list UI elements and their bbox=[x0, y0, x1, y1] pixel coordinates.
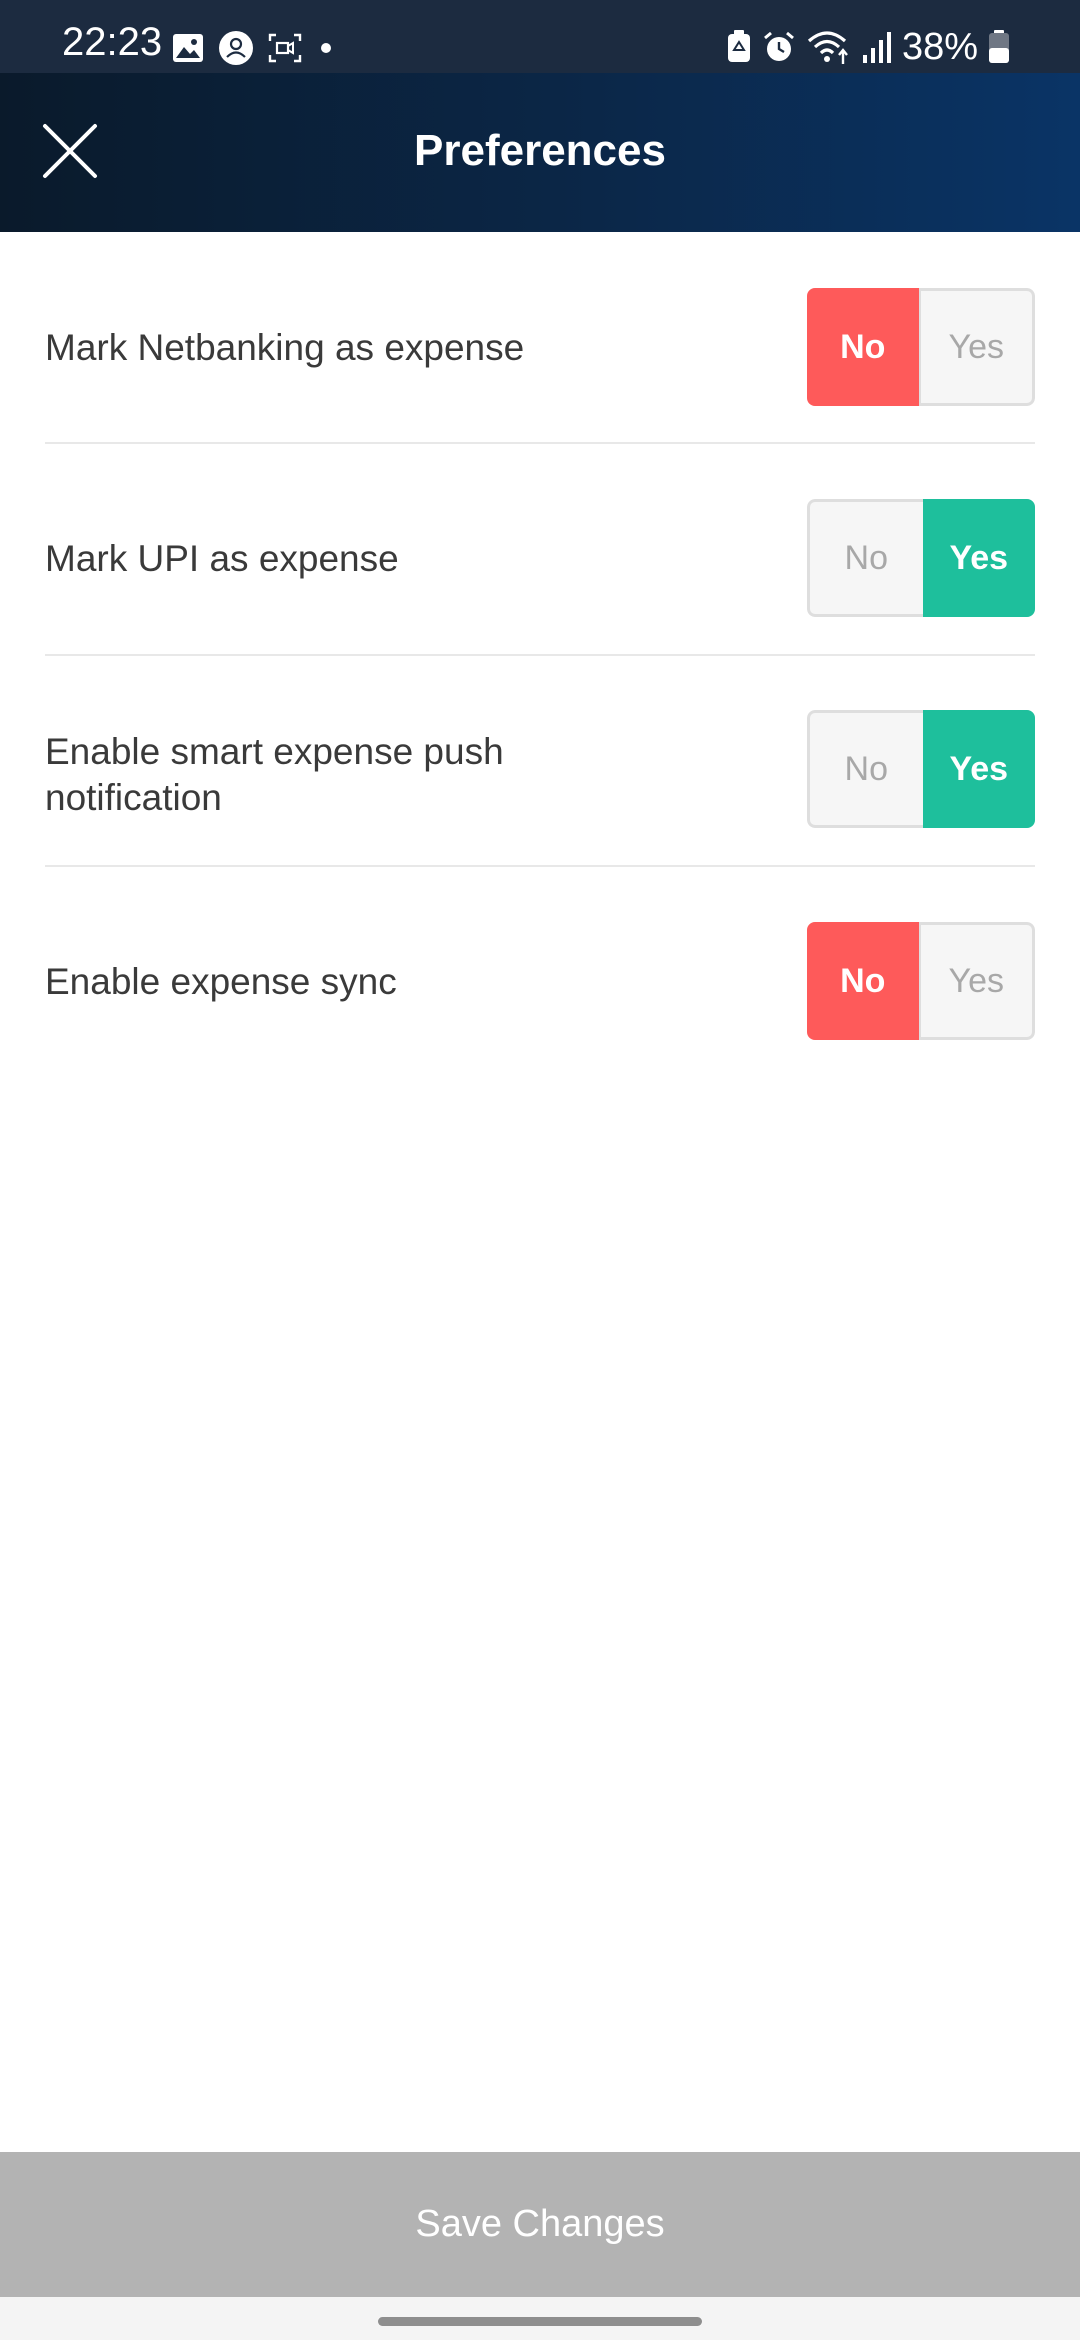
yes-option[interactable]: Yes bbox=[918, 922, 1035, 1040]
dot-icon bbox=[321, 43, 331, 53]
smart-expense-push-toggle: No Yes bbox=[807, 710, 1035, 828]
gallery-icon bbox=[173, 34, 203, 62]
wifi-icon bbox=[807, 31, 848, 64]
signal-icon bbox=[862, 32, 891, 63]
battery-saver-icon bbox=[727, 30, 750, 62]
preference-row-push-notification: Enable smart expense push notification N… bbox=[45, 655, 1035, 867]
preference-label: Enable smart expense push notification bbox=[45, 731, 504, 818]
no-option[interactable]: No bbox=[807, 710, 923, 828]
expense-sync-toggle: No Yes bbox=[807, 922, 1035, 1040]
no-option[interactable]: No bbox=[807, 922, 919, 1040]
battery-percentage: 38% bbox=[901, 26, 978, 68]
alarm-icon bbox=[763, 31, 794, 61]
yes-option[interactable]: Yes bbox=[922, 710, 1035, 828]
battery-icon bbox=[989, 30, 1009, 63]
home-indicator[interactable] bbox=[378, 2317, 702, 2326]
app-header: Preferences bbox=[0, 73, 1080, 232]
preference-row-upi: Mark UPI as expense No Yes bbox=[45, 444, 1035, 656]
preference-label: Mark Netbanking as expense bbox=[45, 327, 525, 368]
preference-row-netbanking: Mark Netbanking as expense No Yes bbox=[45, 232, 1035, 444]
status-bar: 22:23 38% bbox=[0, 0, 1080, 73]
page-title: Preferences bbox=[414, 126, 666, 175]
yes-option[interactable]: Yes bbox=[922, 499, 1035, 617]
netbanking-expense-toggle: No Yes bbox=[807, 288, 1035, 406]
yes-option[interactable]: Yes bbox=[918, 288, 1035, 406]
save-changes-button[interactable]: Save Changes bbox=[0, 2152, 1080, 2297]
screen-capture-icon bbox=[268, 33, 302, 63]
status-left-icons bbox=[172, 30, 336, 66]
preference-label: Enable expense sync bbox=[45, 961, 397, 1002]
preference-row-expense-sync: Enable expense sync No Yes bbox=[45, 866, 1035, 1078]
preferences-screen: 22:23 38% Preferences Mark Netbanking as… bbox=[0, 0, 1080, 2340]
navigation-bar bbox=[0, 2297, 1080, 2340]
no-option[interactable]: No bbox=[807, 499, 923, 617]
upi-expense-toggle: No Yes bbox=[807, 499, 1035, 617]
account-icon bbox=[219, 31, 253, 65]
status-time: 22:23 bbox=[62, 20, 163, 64]
no-option[interactable]: No bbox=[807, 288, 919, 406]
preference-label: Mark UPI as expense bbox=[45, 538, 399, 579]
status-right-icons: 38% bbox=[726, 27, 1010, 67]
